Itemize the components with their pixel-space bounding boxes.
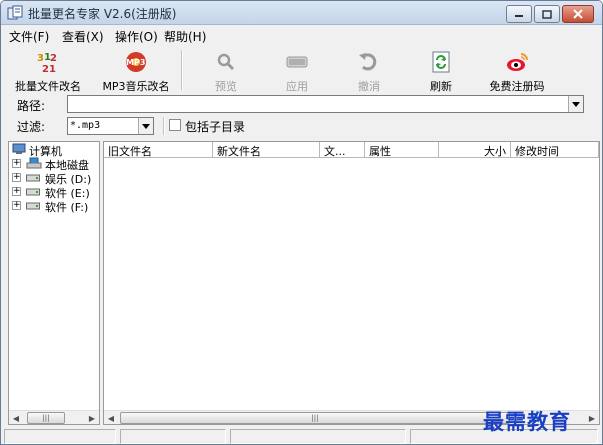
column-header-attributes[interactable]: 属性 [365,142,439,158]
app-icon [7,5,23,20]
expand-icon[interactable]: + [12,187,21,196]
menu-bar: 文件(F) 查看(X) 操作(O) 帮助(H) [1,26,602,45]
status-pane-2 [120,429,226,444]
drive-icon [26,188,40,196]
expand-icon[interactable]: + [12,159,21,168]
undo-label: 撤消 [358,80,380,93]
toolbar-separator [181,50,183,90]
mp3-rename-button[interactable]: MP3 MP3音乐改名 [95,48,177,93]
watermark-text: 最需教育 [483,409,571,434]
svg-text:1: 1 [49,64,56,74]
mp3-rename-label: MP3音乐改名 [102,80,170,93]
column-header-old-name[interactable]: 旧文件名 [104,142,213,158]
expand-icon[interactable]: + [12,173,21,182]
tree-item-label: 软件 (F:) [45,201,89,214]
undo-icon [359,53,377,71]
svg-text:MP3: MP3 [126,58,145,67]
window-title: 批量更名专家 V2.6(注册版) [28,7,177,21]
scroll-left-button[interactable]: ◀ [104,411,118,425]
free-regcode-label: 免费注册码 [489,80,545,93]
preview-label: 预览 [215,80,237,93]
apply-button[interactable]: 应用 [271,48,323,93]
toolbar: 3 1 2 2 1 批量文件改名 MP3 MP3音乐改名 预览 应用 撤消 刷新… [1,46,602,93]
dropdown-arrow-icon [142,123,150,129]
maximize-icon [542,9,552,19]
filter-value: *.mp3 [70,120,101,131]
path-row: 路径: [1,94,602,114]
undo-button[interactable]: 撤消 [343,48,395,93]
local-disk-icon [26,157,42,169]
close-icon [573,9,583,19]
svg-text:2: 2 [42,64,49,74]
close-button[interactable] [562,5,594,23]
status-pane-3 [230,429,406,444]
maximize-button[interactable] [534,5,560,23]
drive-icon [26,174,40,182]
folder-tree[interactable]: 计算机 + 本地磁盘 + 娱乐 (D:) + 软件 (E:) + 软件 (F:)… [8,141,100,425]
column-header-new-name[interactable]: 新文件名 [213,142,320,158]
menu-operate[interactable]: 操作(O) [115,28,158,45]
minimize-icon [515,15,523,17]
computer-icon [12,143,26,154]
dropdown-arrow-icon [572,101,580,107]
batch-rename-button[interactable]: 3 1 2 2 1 批量文件改名 [5,48,91,93]
weibo-icon [507,53,528,71]
refresh-label: 刷新 [430,80,452,93]
batch-rename-label: 批量文件改名 [15,80,81,93]
scroll-thumb[interactable]: ||| [120,412,510,424]
expand-icon[interactable]: + [12,201,21,210]
menu-view[interactable]: 查看(X) [62,28,104,45]
filter-separator [163,117,165,135]
status-pane-1 [4,429,116,444]
refresh-button[interactable]: 刷新 [415,48,467,93]
include-subdirs-checkbox[interactable] [169,119,181,131]
scroll-right-button[interactable]: ▶ [585,411,599,425]
tree-horizontal-scrollbar[interactable]: ◀ ||| ▶ [9,410,99,424]
include-subdirs-label[interactable]: 包括子目录 [185,118,245,135]
drive-icon [26,202,40,210]
path-label: 路径: [17,99,46,113]
scroll-left-button[interactable]: ◀ [9,411,23,425]
svg-text:3: 3 [37,53,44,64]
apply-label: 应用 [286,80,308,93]
apply-icon [286,56,308,68]
path-combobox[interactable] [67,95,584,113]
menu-file[interactable]: 文件(F) [9,28,49,45]
filter-combobox[interactable]: *.mp3 [67,117,154,135]
refresh-icon [432,51,450,73]
filter-label: 过滤: [17,120,46,134]
scroll-thumb[interactable]: ||| [27,412,65,424]
scroll-right-button[interactable]: ▶ [85,411,99,425]
title-bar[interactable]: 批量更名专家 V2.6(注册版) [1,1,602,25]
svg-text:2: 2 [50,53,57,64]
minimize-button[interactable] [506,5,532,23]
menu-help[interactable]: 帮助(H) [164,28,206,45]
column-header-type[interactable]: 文... [320,142,365,158]
filter-dropdown-button[interactable] [138,118,153,134]
path-dropdown-button[interactable] [568,96,583,112]
filter-row: 过滤: *.mp3 包括子目录 [1,115,602,137]
mp3-icon: MP3 [126,52,146,72]
preview-button[interactable]: 预览 [201,48,251,93]
magnifier-icon [217,53,235,71]
column-header-size[interactable]: 大小 [439,142,511,158]
numbers-icon: 3 1 2 2 1 [37,52,57,74]
app-window: 批量更名专家 V2.6(注册版) 文件(F) 查看(X) 操作(O) 帮助(H)… [0,0,603,445]
column-header-modified[interactable]: 修改时间 [511,142,599,158]
file-list[interactable]: 旧文件名 新文件名 文... 属性 大小 修改时间 ◀ ||| ▶ [103,141,600,425]
free-regcode-button[interactable]: 免费注册码 [477,48,557,93]
